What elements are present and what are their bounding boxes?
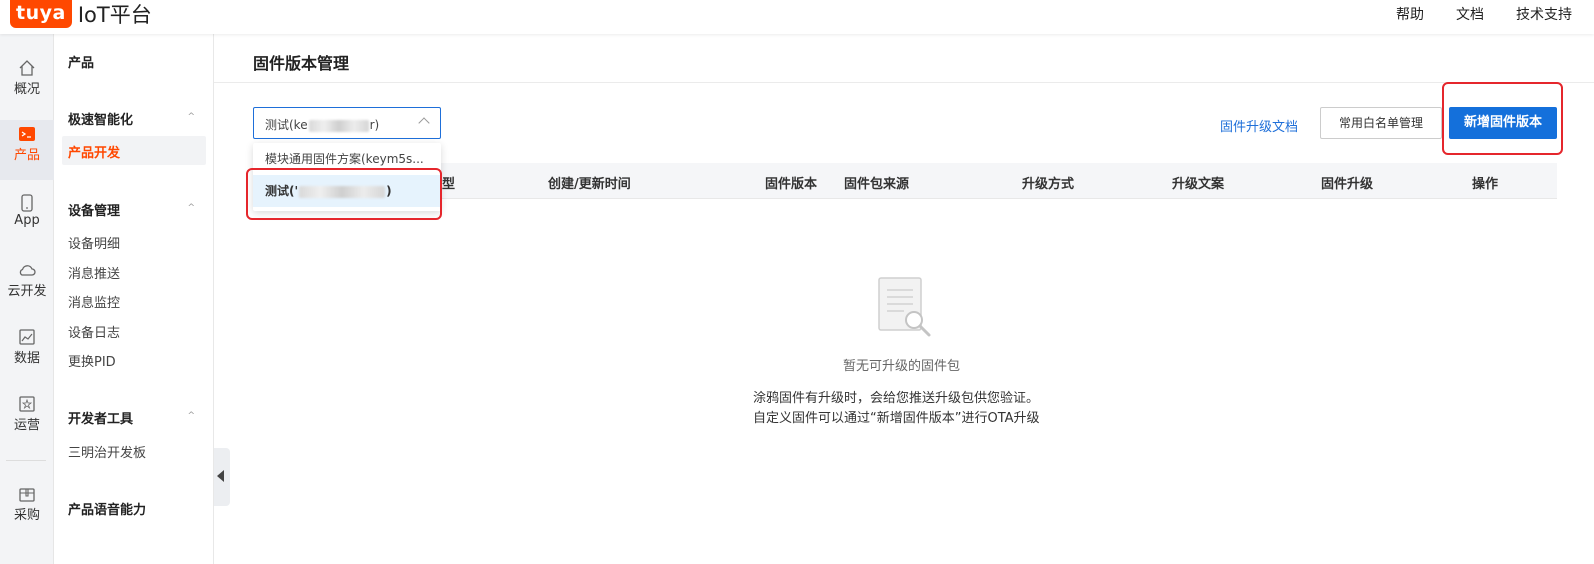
sidenav-group-voice[interactable]: 产品语音能力 [68,499,146,518]
sidenav-item-device-log[interactable]: 设备日志 [68,322,120,341]
empty-document-icon [878,277,931,337]
dropdown-option[interactable]: 模块通用固件方案(keym5s... [253,143,441,175]
sidenav-item-product-dev[interactable]: 产品开发 [62,136,206,165]
bookmark-icon [19,396,35,412]
chevron-up-icon[interactable]: ^ [187,112,195,122]
rail-divider [6,460,46,461]
column-header: 固件版本 [765,177,818,192]
add-firmware-version-button[interactable]: 新增固件版本 [1449,107,1557,139]
logo[interactable]: tuya IoT平台 [10,0,152,28]
chart-icon [19,329,35,345]
sidenav-item-change-pid[interactable]: 更换PID [68,351,116,370]
help-link[interactable]: 帮助 [1396,4,1424,24]
icon-rail: 概况 产品 App 云开发 数据 运营 采购 [0,34,54,564]
firmware-upgrade-doc-link[interactable]: 固件升级文档 [1220,116,1298,135]
rail-item-label: 数据 [13,351,40,366]
column-header: 固件包来源 [844,177,910,192]
rail-item-label: 概况 [13,82,40,97]
rail-item-label: 产品 [13,148,40,163]
column-header: 型 [442,177,456,192]
top-bar: tuya IoT平台 帮助 文档 技术支持 [0,0,1594,34]
sidenav-item-message-monitor[interactable]: 消息监控 [68,292,120,311]
column-header: 创建/更新时间 [548,177,631,192]
dropdown-option-selected[interactable]: 测试(') [253,175,441,207]
table-header: 型 创建/更新时间 固件版本 固件包来源 升级方式 升级文案 固件升级 操作 [253,163,1557,199]
sidenav-item-label: 产品开发 [68,146,121,161]
chevron-up-icon [418,117,430,129]
sidenav-item-message-push[interactable]: 消息推送 [68,263,120,282]
home-icon [19,60,35,76]
column-header: 固件升级 [1321,177,1374,192]
rail-item-data[interactable]: 数据 [0,323,54,383]
empty-state-line: 自定义固件可以通过“新增固件版本”进行OTA升级 [753,411,1040,426]
logo-text: IoT平台 [77,3,152,27]
rail-item-label: 采购 [13,508,40,523]
sidenav-item-sandwich-board[interactable]: 三明治开发板 [68,442,146,461]
chevron-up-icon[interactable]: ^ [187,203,195,213]
sidenav-group-device[interactable]: 设备管理 [68,200,120,219]
whitelist-manage-button[interactable]: 常用白名单管理 [1320,107,1442,139]
cloud-icon [19,265,36,276]
sidenav-item-device-details[interactable]: 设备明细 [68,233,120,252]
empty-state-description: 涂鸦固件有升级时，会给您推送升级包供您验证。 自定义固件可以通过“新增固件版本”… [753,389,1040,429]
rail-item-product[interactable]: 产品 [0,120,54,180]
terminal-icon [19,127,35,141]
top-links: 帮助 文档 技术支持 [1364,4,1572,24]
chevron-up-icon[interactable]: ^ [187,411,195,421]
docs-link[interactable]: 文档 [1456,4,1484,24]
sidenav-collapse-toggle[interactable] [214,448,230,506]
sidenav-top-label: 产品 [68,56,95,71]
column-header: 升级方式 [1022,177,1075,192]
rail-item-purchase[interactable]: 采购 [0,480,54,540]
rail-item-label: 云开发 [7,284,47,299]
box-icon [19,488,35,502]
support-link[interactable]: 技术支持 [1516,4,1572,24]
divider [214,82,1594,83]
rail-item-label: App [14,213,40,228]
sidenav-group-smart[interactable]: 极速智能化 [68,109,133,128]
product-select-value: 测试(ke r) [265,116,379,133]
select-value-prefix: 测试(ke [265,118,308,132]
rail-item-operations[interactable]: 运营 [0,390,54,450]
option-prefix: 测试(' [265,184,299,198]
select-value-suffix: r) [369,118,380,132]
column-header: 升级文案 [1172,177,1225,192]
empty-state-line: 涂鸦固件有升级时，会给您推送升级包供您验证。 [753,391,1040,406]
empty-state-title: 暂无可升级的固件包 [843,359,961,374]
column-header: 操作 [1472,177,1499,192]
product-select[interactable]: 测试(ke r) [253,107,441,139]
sidenav-group-devtools[interactable]: 开发者工具 [68,408,133,427]
caret-left-icon [217,470,224,482]
option-suffix: ) [386,184,392,198]
page-title: 固件版本管理 [253,54,350,73]
rail-item-cloud[interactable]: 云开发 [0,256,54,316]
rail-item-label: 运营 [13,418,40,433]
redacted-text [308,119,369,132]
phone-icon [21,194,33,212]
logo-badge: tuya [10,0,72,28]
product-dropdown: 模块通用固件方案(keym5s... 测试(') [253,143,441,211]
rail-item-overview[interactable]: 概况 [0,54,54,114]
product-sidenav: 产品 极速智能化 ^ 产品开发 设备管理 ^ 设备明细 消息推送 消息监控 设备… [54,34,214,564]
rail-item-app[interactable]: App [0,189,54,249]
redacted-text [299,185,386,198]
